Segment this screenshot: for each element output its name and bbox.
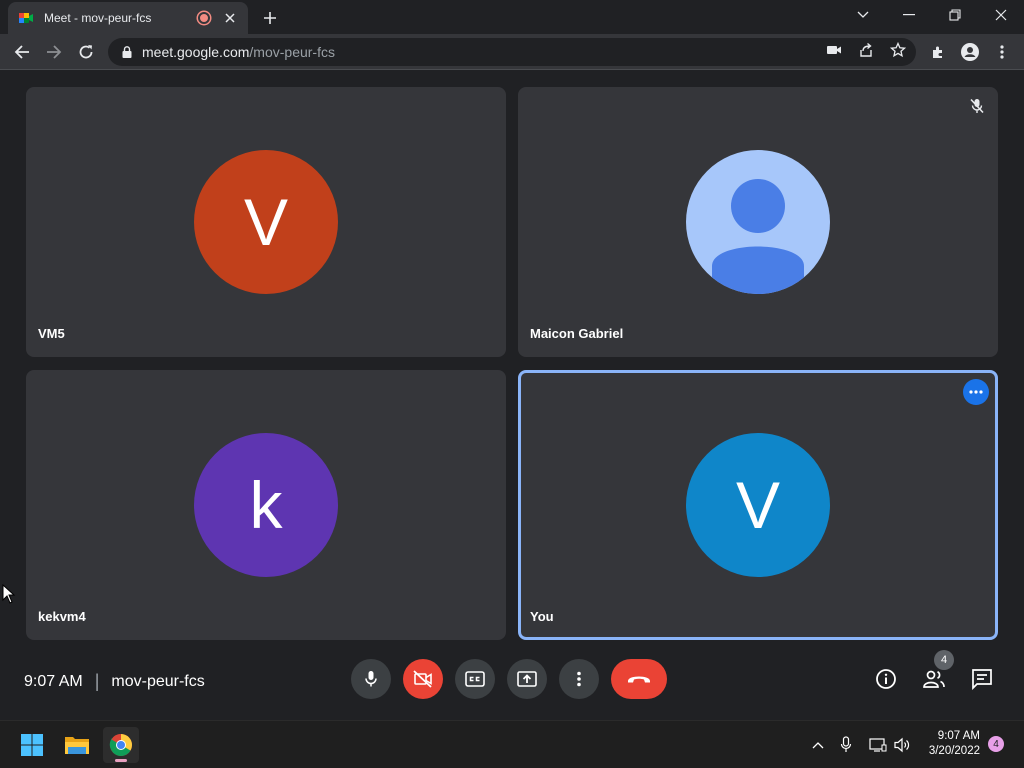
browser-tabstrip: Meet - mov-peur-fcs (0, 0, 1024, 34)
participant-name: Maicon Gabriel (530, 326, 624, 341)
url-path: /mov-peur-fcs (249, 44, 335, 60)
chat-icon (972, 669, 992, 690)
default-avatar (686, 150, 830, 294)
participant-tile-vm5[interactable]: V VM5 (26, 87, 506, 357)
meet-stage: V VM5 Maicon Gabriel k kekvm4 V You 9:07… (0, 71, 1024, 716)
show-hidden-icons-button[interactable] (808, 735, 828, 755)
present-icon (517, 671, 537, 687)
microphone-in-use-icon[interactable] (836, 735, 856, 755)
back-button[interactable] (8, 38, 36, 66)
participants-button[interactable] (920, 665, 948, 693)
participant-name: VM5 (38, 326, 65, 341)
system-clock[interactable]: 9:07 AM 3/20/2022 (920, 729, 980, 759)
volume-icon[interactable] (892, 735, 912, 755)
folder-icon (65, 737, 89, 754)
forward-button[interactable] (40, 38, 68, 66)
share-icon[interactable] (856, 40, 876, 60)
camera-in-use-icon[interactable] (824, 40, 844, 60)
recording-indicator-icon (198, 12, 210, 24)
system-date: 3/20/2022 (928, 745, 980, 757)
meeting-details-button[interactable] (872, 665, 900, 693)
profile-avatar-icon[interactable] (958, 40, 982, 64)
notification-badge[interactable]: 4 (988, 736, 1004, 752)
meet-control-bar: 9:07 AM | mov-peur-fcs 4 (0, 649, 1024, 711)
chat-button[interactable] (968, 665, 996, 693)
people-icon (923, 670, 945, 688)
participant-tile-you[interactable]: V You (518, 370, 998, 640)
start-button[interactable] (14, 727, 50, 763)
restore-button[interactable] (932, 0, 978, 30)
active-app-indicator (115, 759, 127, 762)
new-tab-button[interactable] (258, 6, 282, 30)
reload-button[interactable] (72, 38, 100, 66)
bookmark-star-icon[interactable] (888, 40, 908, 60)
participant-tile-maicon-gabriel[interactable]: Maicon Gabriel (518, 87, 998, 357)
meeting-time: 9:07 AM (24, 672, 83, 690)
info-icon (876, 669, 896, 689)
tile-more-options-button[interactable] (963, 379, 989, 405)
participant-name: You (530, 609, 554, 624)
avatar: V (686, 433, 830, 577)
file-explorer-button[interactable] (59, 727, 95, 763)
end-call-icon (628, 676, 650, 683)
windows-logo-icon (21, 734, 43, 756)
browser-tab-meet[interactable]: Meet - mov-peur-fcs (8, 2, 248, 34)
closed-captions-icon (465, 671, 485, 687)
present-screen-button[interactable] (507, 659, 547, 699)
mic-off-icon (970, 98, 984, 114)
meet-favicon-icon (19, 13, 33, 23)
windows-taskbar: 9:07 AM 3/20/2022 4 (0, 720, 1024, 768)
captions-button[interactable] (455, 659, 495, 699)
person-icon (712, 179, 804, 294)
microphone-icon (365, 671, 377, 687)
browser-menu-icon[interactable] (990, 40, 1014, 64)
network-icon[interactable] (868, 735, 888, 755)
meeting-code: mov-peur-fcs (111, 672, 205, 690)
more-vert-icon (577, 671, 581, 687)
url-host: meet.google.com (142, 44, 250, 60)
close-window-button[interactable] (978, 0, 1024, 30)
chrome-taskbar-button[interactable] (103, 727, 139, 763)
participant-name: kekvm4 (38, 609, 86, 624)
mouse-cursor-icon (2, 584, 16, 604)
minimize-button[interactable] (886, 0, 932, 30)
microphone-button[interactable] (351, 659, 391, 699)
extensions-icon[interactable] (926, 40, 950, 64)
camera-off-icon (413, 670, 432, 688)
more-options-button[interactable] (559, 659, 599, 699)
tab-title: Meet - mov-peur-fcs (44, 11, 152, 25)
divider: | (94, 671, 100, 691)
lock-icon (122, 46, 132, 58)
leave-call-button[interactable] (611, 659, 667, 699)
participant-tile-kekvm4[interactable]: k kekvm4 (26, 370, 506, 640)
avatar: k (194, 433, 338, 577)
system-time: 9:07 AM (937, 730, 980, 742)
address-bar[interactable]: meet.google.com/mov-peur-fcs (108, 38, 916, 66)
camera-off-button[interactable] (403, 659, 443, 699)
browser-toolbar: meet.google.com/mov-peur-fcs (0, 34, 1024, 70)
meeting-info: 9:07 AM | mov-peur-fcs (24, 671, 205, 692)
chrome-icon (109, 734, 132, 756)
tab-search-icon[interactable] (840, 0, 886, 30)
avatar: V (194, 150, 338, 294)
close-tab-icon[interactable] (222, 10, 238, 26)
